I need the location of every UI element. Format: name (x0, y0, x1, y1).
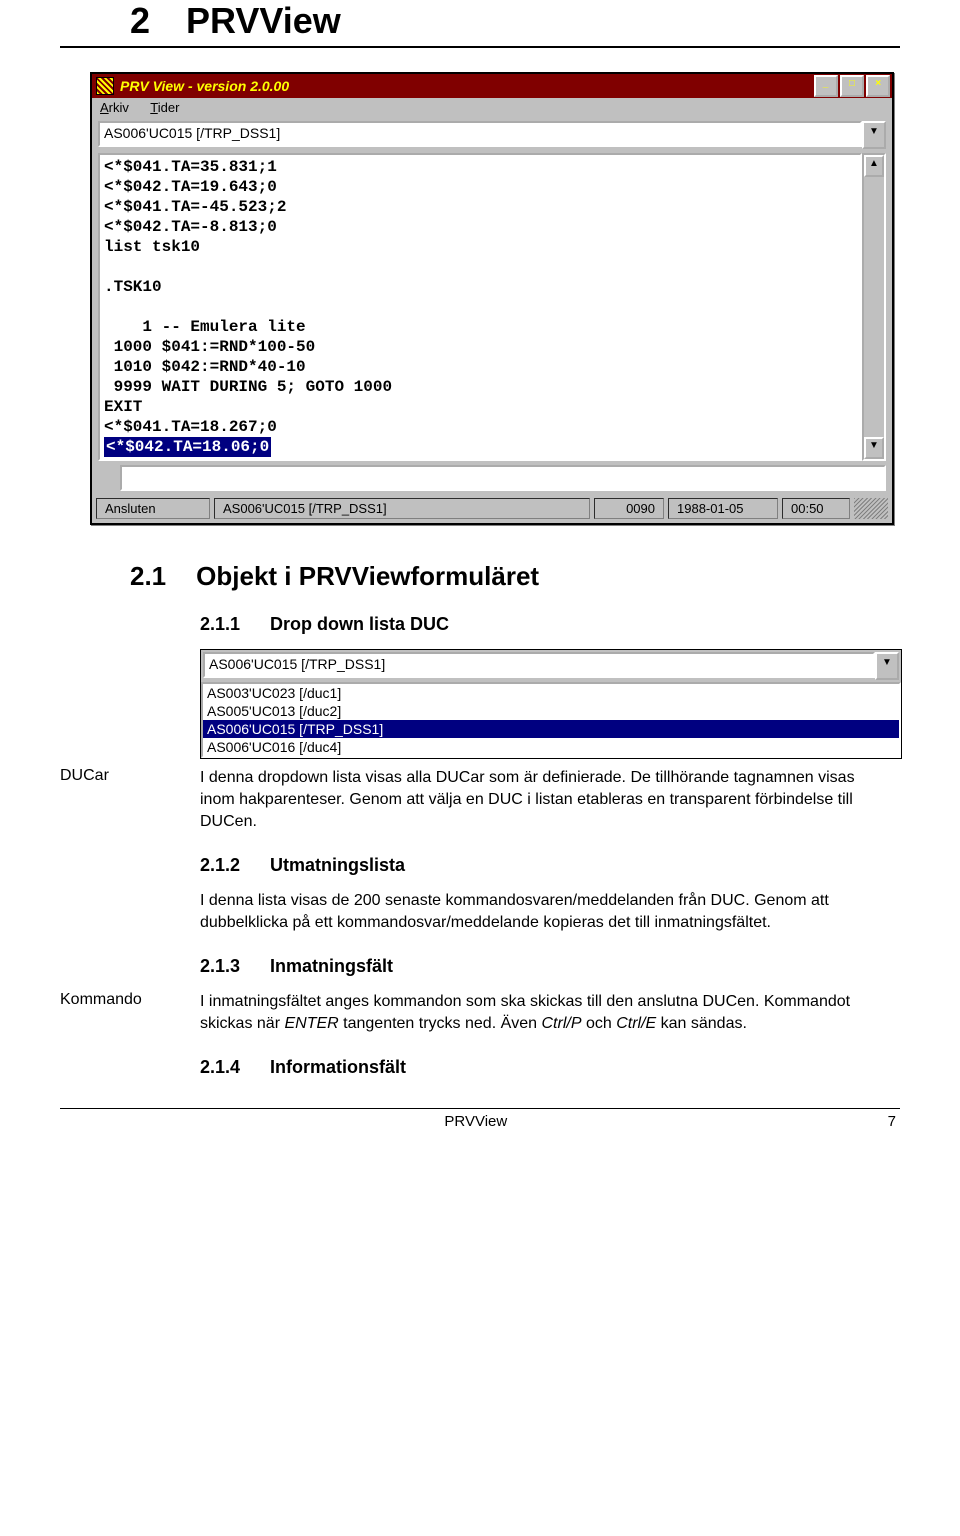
scroll-up-button[interactable]: ▲ (864, 155, 884, 177)
duc-list-item[interactable]: AS006'UC016 [/duc4] (203, 738, 899, 756)
statusbar: Ansluten AS006'UC015 [/TRP_DSS1] 0090 19… (92, 495, 892, 523)
subsection-number: 2.1.3 (200, 956, 240, 977)
margin-label-ducar: DUCar (60, 767, 200, 833)
page-number: 7 (888, 1113, 896, 1130)
kommando-description: I inmatningsfältet anges kommandon som s… (200, 991, 900, 1035)
menubar: Arkiv Tider (92, 98, 892, 117)
ducar-description: I denna dropdown lista visas alla DUCar … (200, 767, 900, 833)
subsection-title: Inmatningsfält (270, 956, 393, 977)
menu-arkiv[interactable]: Arkiv (100, 100, 129, 115)
footer-title: PRVView (444, 1113, 507, 1130)
duc-list-item[interactable]: AS003'UC023 [/duc1] (203, 684, 899, 702)
output-terminal[interactable]: <*$041.TA=35.831;1 <*$042.TA=19.643;0 <*… (98, 153, 862, 461)
duc-dropdown-button[interactable]: ▼ (862, 121, 886, 149)
menu-tider[interactable]: Tider (150, 100, 179, 115)
close-button[interactable]: × (866, 75, 890, 97)
duc-list-item[interactable]: AS005'UC013 [/duc2] (203, 702, 899, 720)
status-time: 00:50 (782, 498, 850, 519)
titlebar[interactable]: PRV View - version 2.0.00 _ □ × (92, 74, 892, 98)
section-number: 2.1 (130, 561, 166, 592)
section-title: Objekt i PRVViewformuläret (196, 561, 539, 592)
command-input[interactable] (120, 465, 886, 491)
prvview-window: PRV View - version 2.0.00 _ □ × Arkiv Ti… (90, 72, 894, 525)
subsection-number: 2.1.4 (200, 1057, 240, 1078)
status-number: 0090 (594, 498, 664, 519)
duc-dropdown-button-2[interactable]: ▼ (875, 652, 899, 680)
status-connection: Ansluten (96, 498, 210, 519)
chapter-number: 2 (130, 0, 150, 42)
subsection-title: Informationsfält (270, 1057, 406, 1078)
duc-dropdown-value[interactable]: AS006'UC015 [/TRP_DSS1] (98, 121, 862, 147)
status-date: 1988-01-05 (668, 498, 778, 519)
duc-dropdown-expanded: AS006'UC015 [/TRP_DSS1] ▼ AS003'UC023 [/… (200, 649, 902, 759)
chapter-title: PRVView (186, 0, 341, 42)
chapter-rule (60, 46, 900, 48)
window-title: PRV View - version 2.0.00 (120, 78, 289, 94)
subsection-title: Drop down lista DUC (270, 614, 449, 635)
margin-label-kommando: Kommando (60, 991, 200, 1035)
app-icon[interactable] (96, 77, 114, 95)
scrollbar[interactable]: ▲ ▼ (862, 153, 886, 461)
maximize-button[interactable]: □ (840, 75, 864, 97)
utmatning-description: I denna lista visas de 200 senaste komma… (200, 890, 900, 934)
subsection-number: 2.1.1 (200, 614, 240, 635)
duc-list-item[interactable]: AS006'UC015 [/TRP_DSS1] (203, 720, 899, 738)
resize-grip[interactable] (854, 498, 888, 519)
footer-rule (60, 1108, 900, 1109)
subsection-number: 2.1.2 (200, 855, 240, 876)
scroll-down-button[interactable]: ▼ (864, 437, 884, 459)
minimize-button[interactable]: _ (814, 75, 838, 97)
duc-listbox[interactable]: AS003'UC023 [/duc1]AS005'UC013 [/duc2]AS… (201, 682, 901, 758)
status-path: AS006'UC015 [/TRP_DSS1] (214, 498, 590, 519)
subsection-title: Utmatningslista (270, 855, 405, 876)
duc-dropdown-value-2[interactable]: AS006'UC015 [/TRP_DSS1] (203, 652, 875, 678)
